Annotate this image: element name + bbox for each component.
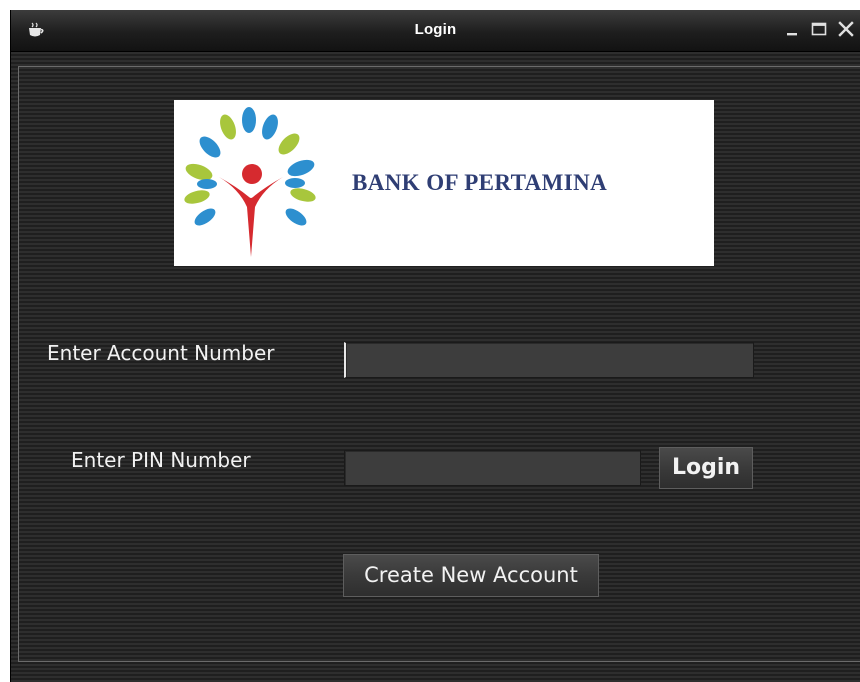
account-number-label: Enter Account Number <box>47 341 275 365</box>
window-title: Login <box>414 21 457 38</box>
login-panel: BANK OF PERTAMINA Enter Account Number E… <box>18 66 860 662</box>
minimize-icon <box>787 33 797 36</box>
account-number-input[interactable] <box>344 342 754 378</box>
close-button[interactable] <box>833 16 859 42</box>
create-new-account-button[interactable]: Create New Account <box>343 554 599 597</box>
maximize-button[interactable] <box>806 16 832 42</box>
content-area: BANK OF PERTAMINA Enter Account Number E… <box>11 52 860 682</box>
minimize-button[interactable] <box>779 16 805 42</box>
title-bar[interactable]: Login <box>11 10 860 52</box>
bank-name: BANK OF PERTAMINA <box>352 170 608 195</box>
login-window: Login BANK OF PERTAMINA Enter Account Nu… <box>10 10 860 682</box>
maximize-icon <box>811 22 827 36</box>
close-icon <box>838 21 854 37</box>
bank-logo: BANK OF PERTAMINA <box>174 100 714 266</box>
pin-number-label: Enter PIN Number <box>71 448 251 472</box>
login-button[interactable]: Login <box>659 447 753 489</box>
pin-number-input[interactable] <box>344 450 641 486</box>
